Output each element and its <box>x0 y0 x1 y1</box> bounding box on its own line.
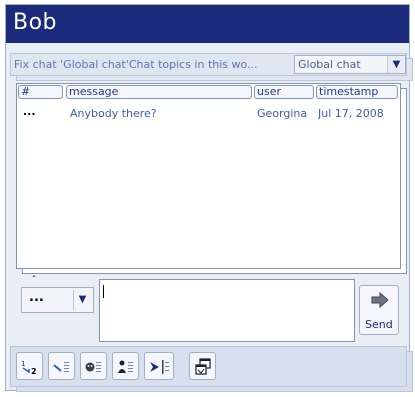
column-header-message[interactable]: message <box>66 85 252 99</box>
column-header-user[interactable]: user <box>254 85 314 99</box>
column-header-number[interactable]: # <box>18 85 63 99</box>
row-number: ... <box>23 105 36 118</box>
detach-window-button[interactable] <box>189 352 216 380</box>
chat-selector-value: Global chat <box>298 58 361 71</box>
window-title: Bob <box>6 5 409 43</box>
jump-to-end-button[interactable] <box>144 352 174 380</box>
chat-selector[interactable]: Global chat ▼ <box>294 55 406 74</box>
row-user: Georgina <box>257 107 308 120</box>
chevron-down-icon[interactable]: ▼ <box>387 56 405 73</box>
message-input[interactable] <box>99 279 355 342</box>
chevron-down-icon[interactable]: ▼ <box>73 290 91 310</box>
mood-selector-value: ... <box>29 290 44 305</box>
send-button-label: Send <box>365 318 393 331</box>
send-button[interactable]: Send <box>359 285 399 335</box>
detach-window-icon <box>195 358 211 375</box>
topic-text[interactable]: Fix chat 'Global chat'Chat topics in thi… <box>14 58 294 71</box>
row-timestamp: Jul 17, 2008 <box>318 107 384 120</box>
column-header-timestamp[interactable]: timestamp <box>316 85 398 99</box>
bottom-toolbar: 1 2 <box>10 346 407 387</box>
sort-numbered-icon: 1 2 <box>21 360 37 376</box>
send-arrow-icon <box>371 292 389 308</box>
sort-user-icon <box>118 360 133 373</box>
text-cursor <box>103 285 104 298</box>
jump-to-end-icon <box>150 360 169 374</box>
table-header: # message user timestamp <box>17 84 400 100</box>
composer-area: ... ▼ Send <box>16 277 401 343</box>
table-row[interactable]: ... Anybody there? Georgina Jul 17, 2008 <box>17 105 400 133</box>
svg-text:2: 2 <box>31 367 37 376</box>
topic-bar-inner: Fix chat 'Global chat'Chat topics in thi… <box>10 53 407 76</box>
sort-mood-icon <box>85 362 101 372</box>
sort-mood-button[interactable] <box>80 352 107 380</box>
message-table-body[interactable]: # message user timestamp ... Anybody the… <box>16 83 401 269</box>
sort-tagged-icon <box>53 362 69 372</box>
svg-text:1: 1 <box>21 360 25 368</box>
row-message: Anybody there? <box>70 107 157 120</box>
sort-user-button[interactable] <box>112 352 139 380</box>
sort-tagged-button[interactable] <box>48 352 75 380</box>
splitter-handle[interactable] <box>30 270 50 293</box>
mood-selector[interactable]: ... ▼ <box>21 287 94 313</box>
sort-numbered-button[interactable]: 1 2 <box>16 352 43 380</box>
